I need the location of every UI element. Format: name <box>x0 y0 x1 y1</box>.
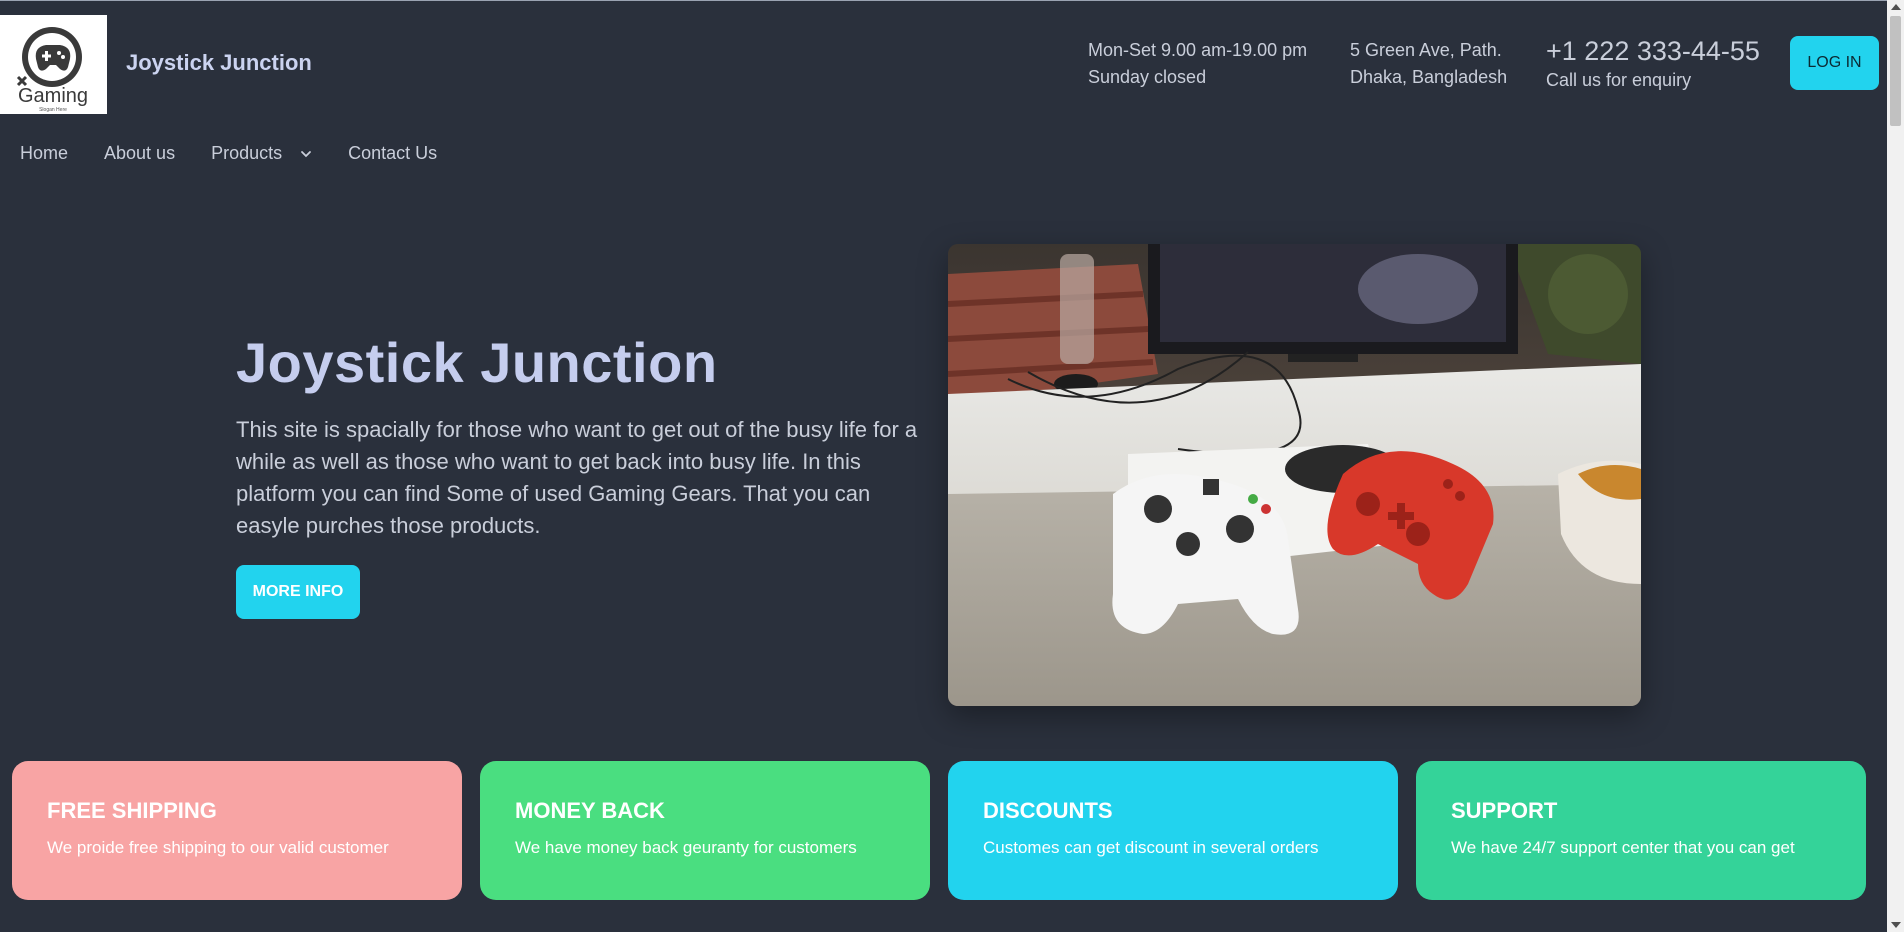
store-address: 5 Green Ave, Path. Dhaka, Bangladesh <box>1350 37 1507 91</box>
gamepad-logo-icon: Gaming Slogan Here <box>16 27 88 113</box>
hours-line-2: Sunday closed <box>1088 67 1207 87</box>
feature-card-money-back: MONEY BACK We have money back geuranty f… <box>480 761 930 900</box>
game-controllers-photo <box>948 244 1641 706</box>
feature-card-free-shipping: FREE SHIPPING We proide free shipping to… <box>12 761 462 900</box>
nav-item-about[interactable]: About us <box>104 143 175 164</box>
hero-image <box>948 244 1641 706</box>
hero-title: Joystick Junction <box>236 331 718 394</box>
enquiry-text: Call us for enquiry <box>1546 70 1692 90</box>
logo-text: Gaming <box>18 85 88 107</box>
feature-title: FREE SHIPPING <box>47 798 217 823</box>
logo-slogan: Slogan Here <box>39 107 67 113</box>
nav-item-products[interactable]: Products <box>211 143 312 164</box>
hours-line-1: Mon-Set 9.00 am-19.00 pm <box>1088 40 1308 60</box>
more-info-button[interactable]: MORE INFO <box>236 565 360 619</box>
chevron-down-icon[interactable] <box>300 148 312 160</box>
window-top-border <box>0 0 1904 1</box>
address-line-1: 5 Green Ave, Path. <box>1350 40 1502 60</box>
feature-title: DISCOUNTS <box>983 798 1113 823</box>
scroll-up-arrow-icon[interactable] <box>1891 4 1901 10</box>
feature-card-support: SUPPORT We have 24/7 support center that… <box>1416 761 1866 900</box>
feature-card-discounts: DISCOUNTS Customes can get discount in s… <box>948 761 1398 900</box>
address-line-2: Dhaka, Bangladesh <box>1350 67 1508 87</box>
nav-item-label: About us <box>104 143 176 163</box>
feature-text: We have money back geuranty for customer… <box>515 838 857 857</box>
site-brand-name[interactable]: Joystick Junction <box>126 50 312 76</box>
login-button[interactable]: LOG IN <box>1790 36 1879 90</box>
feature-text: We proide free shipping to our valid cus… <box>47 838 389 857</box>
nav-item-contact[interactable]: Contact Us <box>348 143 437 164</box>
business-hours: Mon-Set 9.00 am-19.00 pm Sunday closed <box>1088 37 1307 91</box>
nav-item-label: Contact Us <box>348 143 438 163</box>
nav-item-label: Home <box>20 143 69 163</box>
hero-description: This site is spacially for those who wan… <box>236 417 918 538</box>
nav-item-label: Products <box>211 143 283 163</box>
site-logo[interactable]: Gaming Slogan Here <box>0 15 107 114</box>
phone-number: +1 222 333-44-55 <box>1546 36 1760 66</box>
scroll-down-arrow-icon[interactable] <box>1891 922 1901 928</box>
scrollbar-thumb[interactable] <box>1890 16 1901 126</box>
page-scrollbar[interactable] <box>1887 0 1904 932</box>
feature-title: MONEY BACK <box>515 798 665 823</box>
feature-text: We have 24/7 support center that you can… <box>1451 838 1795 857</box>
main-nav: Home About us Products Contact Us <box>20 143 437 164</box>
nav-item-home[interactable]: Home <box>20 143 68 164</box>
feature-text: Customes can get discount in several ord… <box>983 838 1319 857</box>
feature-title: SUPPORT <box>1451 798 1558 823</box>
